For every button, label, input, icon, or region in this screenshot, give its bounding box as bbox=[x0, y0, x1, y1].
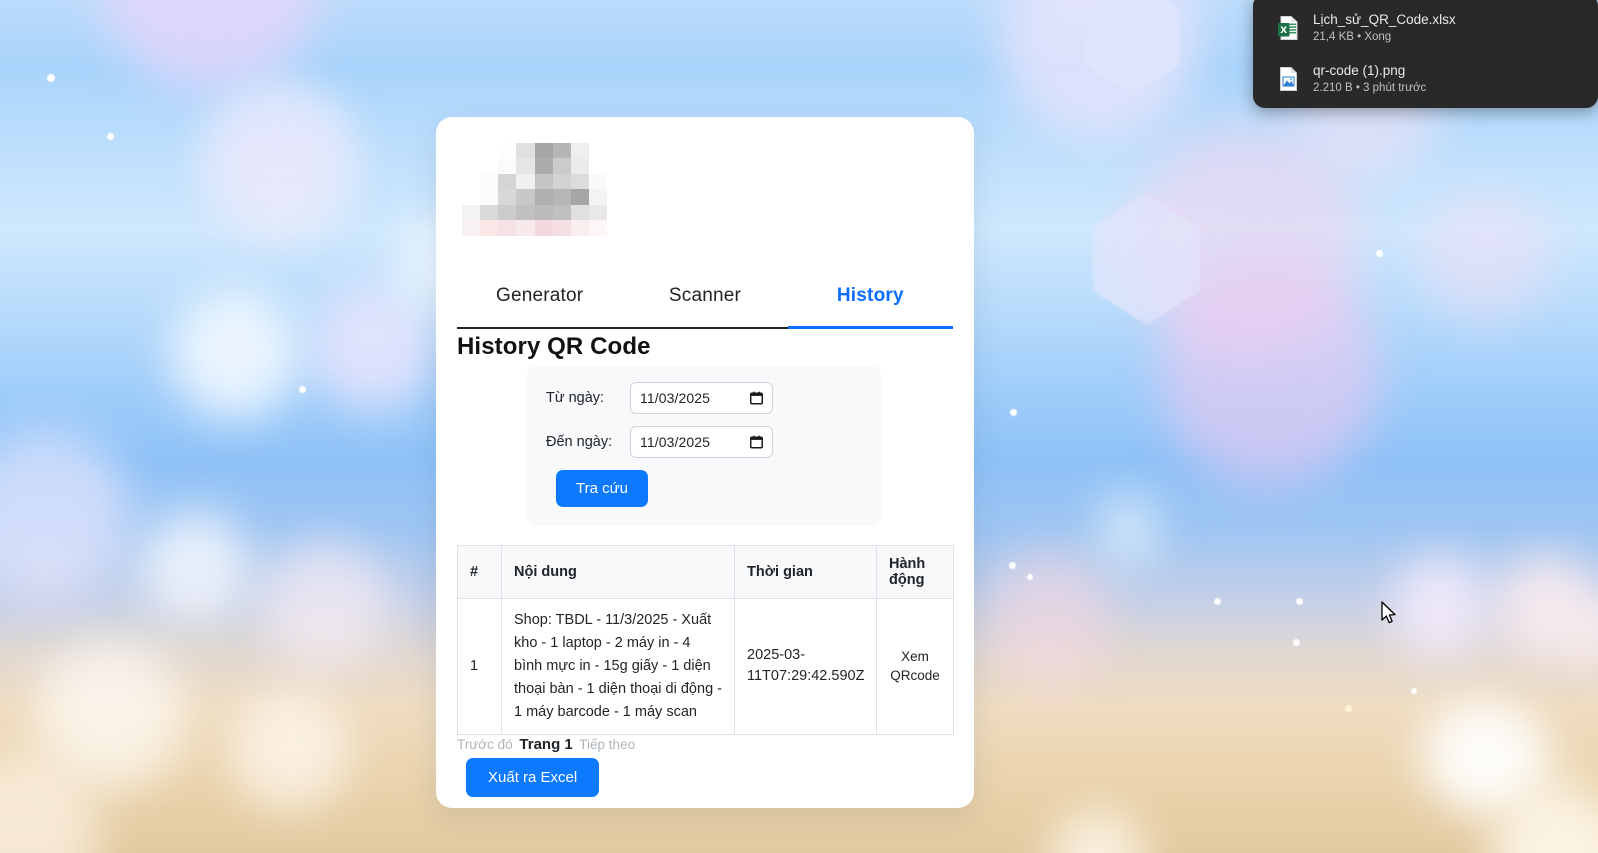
pagination: Trước đó Trang 1 Tiếp theo bbox=[457, 736, 635, 753]
calendar-icon[interactable] bbox=[749, 391, 764, 405]
bokeh-speck bbox=[1296, 598, 1303, 605]
from-date-row: Từ ngày: 11/03/2025 bbox=[546, 376, 881, 420]
bokeh-circle bbox=[1460, 715, 1555, 810]
bokeh-speck bbox=[47, 74, 55, 82]
excel-file-icon: X bbox=[1277, 15, 1299, 41]
bokeh-hexagon bbox=[1092, 195, 1200, 325]
qr-app-card: Generator Scanner History History QR Cod… bbox=[436, 117, 974, 808]
row-content: Shop: TBDL - 11/3/2025 - Xuất kho - 1 la… bbox=[501, 598, 735, 735]
bokeh-circle bbox=[0, 755, 100, 853]
bokeh-circle bbox=[1050, 810, 1145, 853]
row-index: 1 bbox=[457, 598, 502, 735]
export-excel-button[interactable]: Xuất ra Excel bbox=[466, 758, 600, 797]
column-header-action: Hành động bbox=[876, 545, 954, 599]
history-table: # Nội dung Thời gian Hành động 1 Shop: T… bbox=[457, 545, 954, 735]
bokeh-speck bbox=[299, 386, 306, 393]
table-header-row: # Nội dung Thời gian Hành động bbox=[457, 545, 954, 599]
bokeh-circle bbox=[35, 640, 185, 790]
to-date-value: 11/03/2025 bbox=[640, 434, 711, 450]
from-date-value: 11/03/2025 bbox=[640, 390, 711, 406]
app-logo bbox=[462, 143, 607, 251]
bokeh-circle bbox=[230, 690, 350, 810]
svg-text:X: X bbox=[1280, 26, 1287, 36]
bokeh-hexagon bbox=[1085, 0, 1180, 95]
from-date-input[interactable]: 11/03/2025 bbox=[630, 382, 773, 414]
bokeh-speck bbox=[1293, 639, 1300, 646]
bokeh-circle bbox=[1000, 0, 1200, 140]
bokeh-circle bbox=[205, 90, 350, 235]
date-filter-panel: Từ ngày: 11/03/2025 Đến ngày: 11/03/2025 bbox=[527, 366, 881, 526]
table-row: 1 Shop: TBDL - 11/3/2025 - Xuất kho - 1 … bbox=[457, 598, 954, 735]
pagination-next[interactable]: Tiếp theo bbox=[579, 737, 635, 752]
bokeh-speck bbox=[1009, 562, 1016, 569]
bokeh-circle bbox=[1490, 785, 1598, 853]
from-date-label: Từ ngày: bbox=[546, 390, 605, 406]
bokeh-circle bbox=[1098, 493, 1158, 568]
bokeh-circle bbox=[310, 285, 435, 410]
row-time: 2025-03-11T07:29:42.590Z bbox=[734, 598, 877, 735]
download-item[interactable]: qr-code (1).png 2.210 B • 3 phút trước bbox=[1253, 53, 1598, 104]
bokeh-circle bbox=[1392, 555, 1487, 660]
view-qrcode-link[interactable]: Xem QRcode bbox=[876, 598, 954, 735]
download-file-meta: 21,4 KB • Xong bbox=[1313, 30, 1392, 43]
bokeh-circle bbox=[1560, 595, 1598, 665]
download-file-name: qr-code (1).png bbox=[1313, 62, 1406, 78]
bokeh-speck bbox=[1345, 705, 1352, 712]
mouse-cursor bbox=[1381, 601, 1398, 631]
bokeh-speck bbox=[107, 133, 114, 140]
search-button[interactable]: Tra cứu bbox=[556, 470, 648, 507]
download-file-name: Lịch_sử_QR_Code.xlsx bbox=[1313, 11, 1456, 27]
bokeh-circle bbox=[1495, 555, 1595, 660]
to-date-input[interactable]: 11/03/2025 bbox=[630, 426, 773, 458]
bokeh-circle bbox=[1160, 260, 1380, 485]
tab-history[interactable]: History bbox=[787, 273, 953, 329]
to-date-label: Đến ngày: bbox=[546, 434, 613, 450]
column-header-time: Thời gian bbox=[734, 545, 877, 599]
bokeh-circle bbox=[205, 85, 355, 235]
bokeh-circle bbox=[140, 510, 250, 620]
bokeh-speck bbox=[1214, 598, 1221, 605]
to-date-row: Đến ngày: 11/03/2025 bbox=[546, 420, 881, 464]
bokeh-speck bbox=[1411, 688, 1417, 694]
download-file-meta: 2.210 B • 3 phút trước bbox=[1313, 81, 1427, 94]
pagination-current: Trang 1 bbox=[519, 736, 573, 753]
column-header-content: Nội dung bbox=[501, 545, 735, 599]
bokeh-circle bbox=[100, 0, 320, 90]
bokeh-circle bbox=[1420, 190, 1550, 320]
downloads-popup[interactable]: X Lịch_sử_QR_Code.xlsx 21,4 KB • Xong qr… bbox=[1253, 0, 1598, 108]
page-title: History QR Code bbox=[457, 333, 651, 360]
tab-generator[interactable]: Generator bbox=[457, 273, 623, 329]
bokeh-circle bbox=[0, 430, 130, 600]
tab-scanner[interactable]: Scanner bbox=[622, 273, 788, 329]
bokeh-circle bbox=[170, 290, 300, 420]
pagination-prev[interactable]: Trước đó bbox=[457, 737, 513, 752]
bokeh-circle bbox=[1420, 700, 1530, 810]
pixelated-logo-image bbox=[462, 143, 607, 251]
main-tabs: Generator Scanner History bbox=[457, 273, 953, 329]
bokeh-circle bbox=[1130, 125, 1360, 355]
bokeh-speck bbox=[1010, 409, 1017, 416]
bokeh-speck bbox=[1376, 250, 1383, 257]
column-header-index: # bbox=[457, 545, 502, 599]
bokeh-circle bbox=[990, 550, 1110, 690]
image-file-icon bbox=[1277, 66, 1299, 92]
bokeh-speck bbox=[1027, 574, 1033, 580]
calendar-icon[interactable] bbox=[749, 435, 764, 449]
bokeh-hexagon bbox=[1094, 190, 1202, 325]
download-item[interactable]: X Lịch_sử_QR_Code.xlsx 21,4 KB • Xong bbox=[1253, 2, 1598, 53]
bokeh-circle bbox=[260, 540, 390, 670]
